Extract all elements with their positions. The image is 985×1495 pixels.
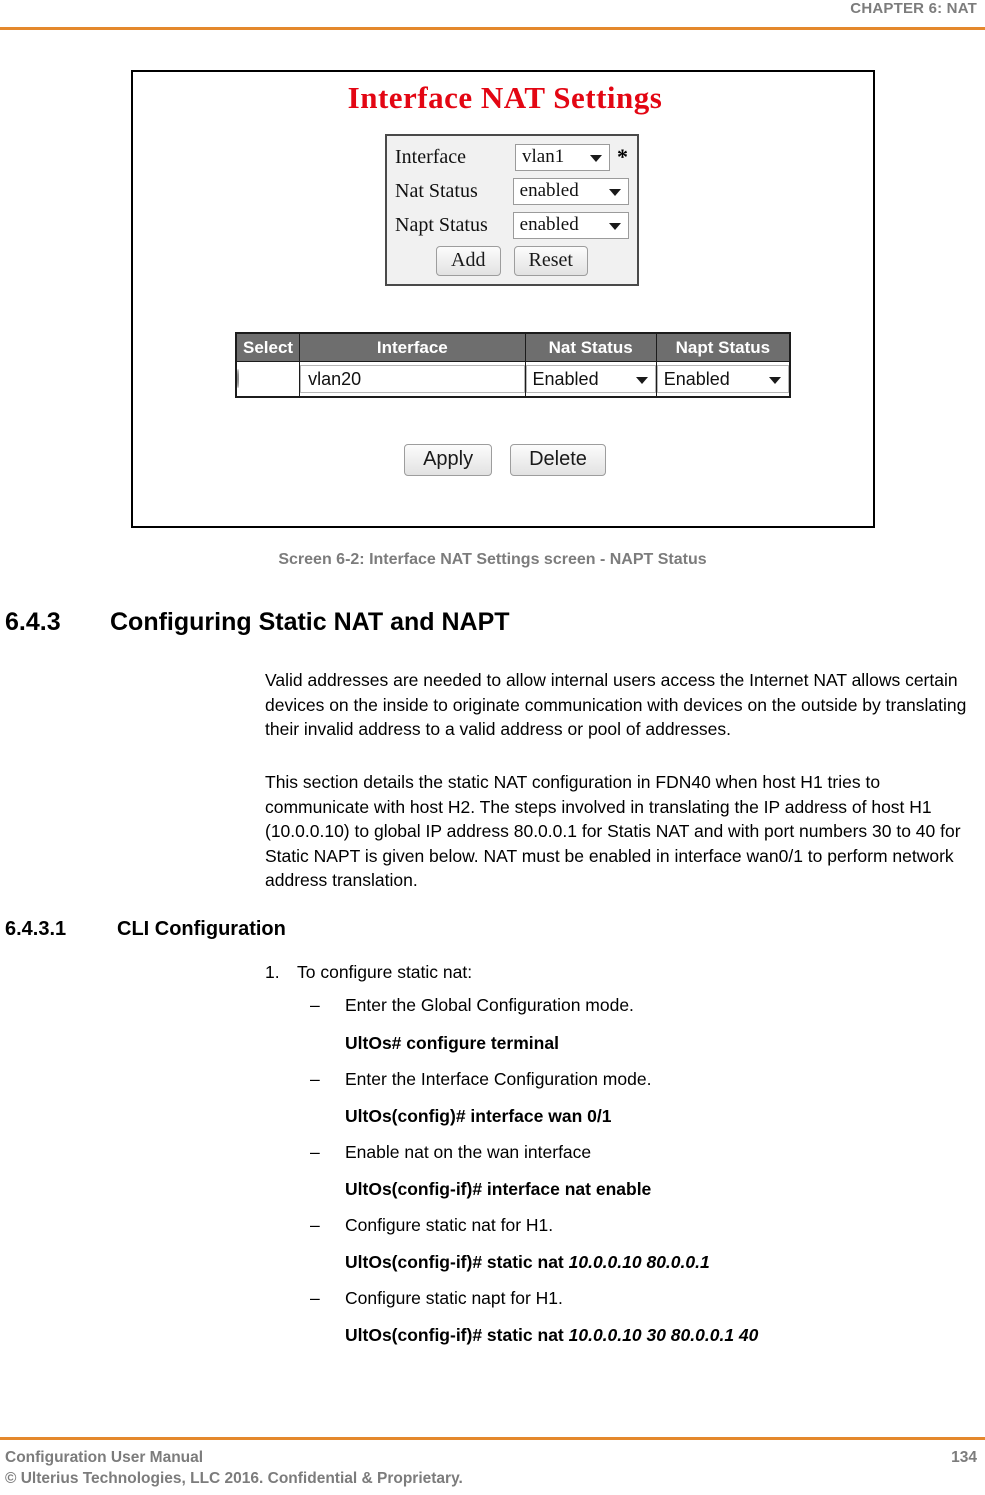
section-title: Configuring Static NAT and NAPT <box>110 608 510 636</box>
chevron-down-icon <box>590 155 602 162</box>
reset-button[interactable]: Reset <box>513 246 588 276</box>
napt-status-label: Napt Status <box>395 213 488 236</box>
row-nat-status-value: Enabled <box>532 368 599 389</box>
list-item-text: Enable nat on the wan interface <box>345 1142 592 1162</box>
add-button[interactable]: Add <box>436 246 501 276</box>
column-header-nat-status: Nat Status <box>524 332 657 362</box>
subsection-number: 6.4.3.1 <box>5 918 67 940</box>
interface-select-value: vlan1 <box>522 146 565 167</box>
list-item-text: Configure static nat for H1. <box>345 1215 554 1235</box>
chapter-title: CHAPTER 6: NAT <box>850 0 977 17</box>
header-divider <box>0 27 985 30</box>
subsection-heading: 6.4.3.1 CLI Configuration <box>5 918 286 941</box>
list-item-text: Configure static napt for H1. <box>345 1288 563 1308</box>
chevron-down-icon <box>635 377 648 384</box>
napt-status-select[interactable]: enabled <box>512 211 629 239</box>
row-nat-status-cell: Enabled <box>524 361 657 398</box>
chevron-down-icon <box>769 377 781 384</box>
required-asterisk: * <box>617 144 628 169</box>
dash-marker: – <box>310 1142 320 1162</box>
paragraph-1: Valid addresses are needed to allow inte… <box>265 670 967 739</box>
section-heading: 6.4.3 Configuring Static NAT and NAPT <box>5 608 510 637</box>
column-header-napt-status: Napt Status <box>655 332 791 362</box>
form-row-napt-status: Napt Status enabled <box>395 210 629 240</box>
cli-command-prefix: UltOs(config-if)# static nat <box>345 1252 569 1272</box>
row-select-cell <box>235 361 301 398</box>
page-number: 134 <box>951 1449 977 1466</box>
cli-command-prefix: UltOs(config-if)# interface nat enable <box>345 1179 652 1199</box>
paragraph-2: This section details the static NAT conf… <box>265 772 961 890</box>
cli-command-prefix: UltOs# configure terminal <box>345 1033 559 1053</box>
apply-button[interactable]: Apply <box>404 444 493 476</box>
figure-screenshot-frame: Interface NAT Settings Interface vlan1 *… <box>131 70 875 528</box>
copyright-notice: © Ulterius Technologies, LLC 2016. Confi… <box>5 1470 463 1487</box>
cli-command-args: 10.0.0.10 80.0.0.1 <box>568 1252 710 1272</box>
form-button-row: Add Reset <box>395 246 629 276</box>
table-button-row: Apply Delete <box>133 444 877 476</box>
dash-marker: – <box>310 1069 320 1089</box>
cli-command-args: 10.0.0.10 30 80.0.0.1 40 <box>568 1325 759 1345</box>
napt-status-select-value: enabled <box>519 214 579 235</box>
dash-marker: – <box>310 995 320 1015</box>
list-item-text: Enter the Interface Configuration mode. <box>345 1069 652 1089</box>
row-interface-cell: vlan20 <box>299 361 526 398</box>
row-nat-status-select[interactable]: Enabled <box>525 365 656 393</box>
column-header-interface: Interface <box>299 332 526 362</box>
dash-marker: – <box>310 1288 320 1308</box>
list-item-text: Enter the Global Configuration mode. <box>345 995 634 1015</box>
manual-title: Configuration User Manual <box>5 1449 204 1466</box>
list-item-text: To configure static nat: <box>297 962 473 982</box>
table-row: vlan20 Enabled Enabled <box>235 361 791 398</box>
cli-command-prefix: UltOs(config-if)# static nat <box>345 1325 569 1345</box>
cli-command: UltOs(config)# interface wan 0/1 <box>345 1104 611 1128</box>
nat-status-select[interactable]: enabled <box>512 177 629 205</box>
form-row-interface: Interface vlan1 * <box>395 142 629 172</box>
row-napt-status-select[interactable]: Enabled <box>656 365 789 393</box>
list-item: – Configure static nat for H1. <box>310 1213 553 1237</box>
footer-divider <box>0 1437 985 1440</box>
list-item: – Enable nat on the wan interface <box>310 1140 591 1164</box>
cli-command: UltOs# configure terminal <box>345 1031 559 1055</box>
subsection-title: CLI Configuration <box>117 918 286 940</box>
row-napt-status-value: Enabled <box>663 368 730 389</box>
interface-label: Interface <box>395 145 467 168</box>
interface-input[interactable]: vlan20 <box>300 365 525 393</box>
cli-command: UltOs(config-if)# static nat 10.0.0.10 3… <box>345 1323 758 1347</box>
form-row-nat-status: Nat Status enabled <box>395 176 629 206</box>
dash-marker: – <box>310 1215 320 1235</box>
list-item: – Configure static napt for H1. <box>310 1286 563 1310</box>
interface-select[interactable]: vlan1 <box>515 143 610 171</box>
interface-nat-table: Select Interface Nat Status Napt Status … <box>235 332 791 398</box>
figure-caption: Screen 6-2: Interface NAT Settings scree… <box>278 551 707 568</box>
page-footer: Configuration User Manual 134 © Ulterius… <box>5 1447 980 1489</box>
cli-command: UltOs(config-if)# static nat 10.0.0.10 8… <box>345 1250 710 1274</box>
list-item: 1. To configure static nat: <box>265 960 472 984</box>
interface-nat-settings-form: Interface vlan1 * Nat Status enabled Nap… <box>385 134 639 286</box>
section-number: 6.4.3 <box>5 608 61 636</box>
footer-line-1: Configuration User Manual 134 <box>5 1447 980 1468</box>
list-item: – Enter the Global Configuration mode. <box>310 993 634 1017</box>
chevron-down-icon <box>609 223 621 230</box>
list-marker: 1. <box>265 962 280 982</box>
row-napt-status-cell: Enabled <box>655 361 791 398</box>
nat-status-label: Nat Status <box>395 179 478 202</box>
row-radio-button[interactable] <box>237 369 239 388</box>
cli-command: UltOs(config-if)# interface nat enable <box>345 1177 651 1201</box>
interface-nat-settings-title: Interface NAT Settings <box>347 80 663 115</box>
nat-status-select-value: enabled <box>519 180 579 201</box>
table-header-row: Select Interface Nat Status Napt Status <box>235 332 791 362</box>
list-item: – Enter the Interface Configuration mode. <box>310 1067 651 1091</box>
cli-command-prefix: UltOs(config)# interface wan 0/1 <box>345 1106 612 1126</box>
column-header-select: Select <box>235 332 301 362</box>
delete-button[interactable]: Delete <box>510 444 606 476</box>
chevron-down-icon <box>609 189 621 196</box>
